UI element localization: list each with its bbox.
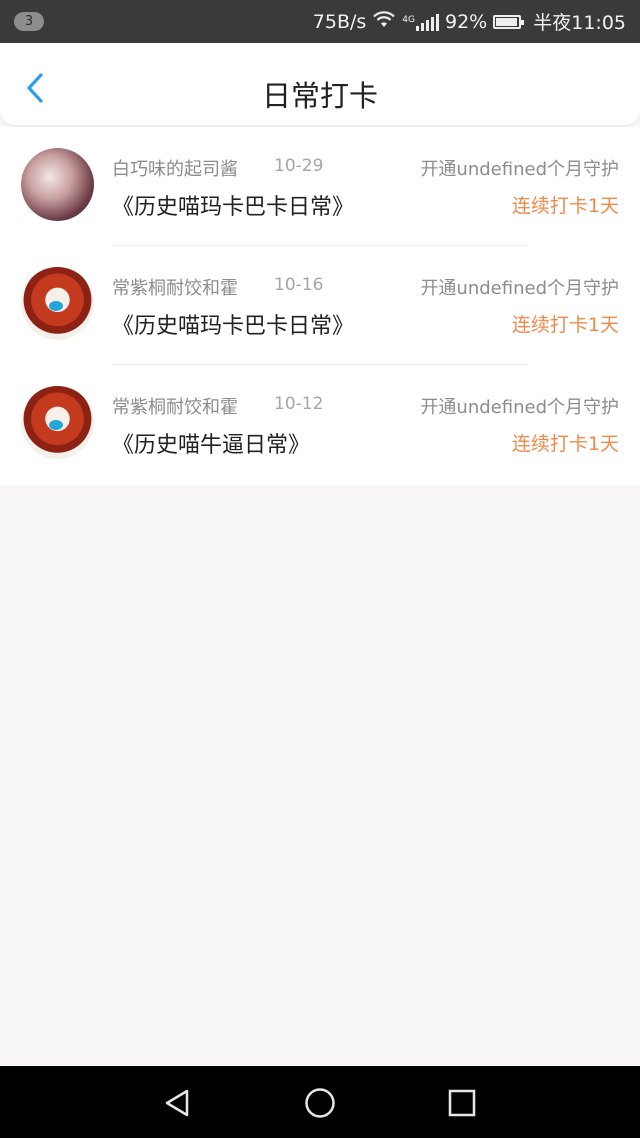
list-item[interactable]: 常紫桐耐饺和霍 10-12 开通undefined个月守护 《历史喵牛逼日常》 …	[0, 365, 640, 484]
checkin-date: 10-12	[274, 394, 324, 414]
avatar[interactable]	[21, 148, 94, 221]
system-home-button[interactable]	[303, 1086, 337, 1120]
avatar[interactable]	[21, 386, 94, 459]
status-bar-right: 75B/s 4G 92% 半夜11:05	[313, 0, 626, 43]
list-item[interactable]: 白巧味的起司酱 10-29 开通undefined个月守护 《历史喵玛卡巴卡日常…	[0, 127, 640, 246]
clock: 半夜11:05	[533, 12, 626, 34]
checkin-date: 10-16	[274, 275, 324, 295]
streak-label: 连续打卡1天	[511, 314, 619, 336]
system-nav-bar	[0, 1066, 640, 1138]
status-bar: 3 75B/s 4G 92% 半夜11:05	[0, 0, 640, 43]
recents-square-icon	[448, 1089, 476, 1117]
streak-label: 连续打卡1天	[511, 433, 619, 455]
battery-percent: 92%	[445, 10, 488, 33]
signal-icon: 4G	[402, 13, 439, 31]
home-circle-icon	[305, 1088, 335, 1118]
checkin-date: 10-29	[274, 156, 324, 176]
net-speed: 75B/s	[312, 10, 367, 33]
network-type: 4G	[402, 14, 415, 25]
user-name: 常紫桐耐饺和霍	[112, 397, 238, 418]
checkin-list: 白巧味的起司酱 10-29 开通undefined个月守护 《历史喵玛卡巴卡日常…	[0, 127, 640, 485]
user-name: 常紫桐耐饺和霍	[112, 278, 238, 299]
book-title: 《历史喵玛卡巴卡日常》	[112, 314, 355, 339]
system-back-button[interactable]	[160, 1086, 194, 1120]
list-item[interactable]: 常紫桐耐饺和霍 10-16 开通undefined个月守护 《历史喵玛卡巴卡日常…	[0, 246, 640, 365]
wifi-icon	[372, 10, 396, 33]
book-title: 《历史喵牛逼日常》	[112, 433, 311, 458]
streak-label: 连续打卡1天	[511, 195, 619, 217]
page-title: 日常打卡	[261, 79, 378, 113]
book-title: 《历史喵玛卡巴卡日常》	[112, 195, 355, 220]
guard-status: 开通undefined个月守护	[420, 159, 619, 180]
notification-count-badge: 3	[14, 12, 44, 31]
avatar[interactable]	[21, 267, 94, 340]
guard-status: 开通undefined个月守护	[420, 278, 619, 299]
back-triangle-icon	[165, 1089, 189, 1117]
guard-status: 开通undefined个月守护	[420, 397, 619, 418]
battery-icon	[493, 14, 525, 29]
user-name: 白巧味的起司酱	[112, 159, 238, 180]
system-recents-button[interactable]	[445, 1086, 479, 1120]
header-bar: 日常打卡	[0, 43, 640, 125]
